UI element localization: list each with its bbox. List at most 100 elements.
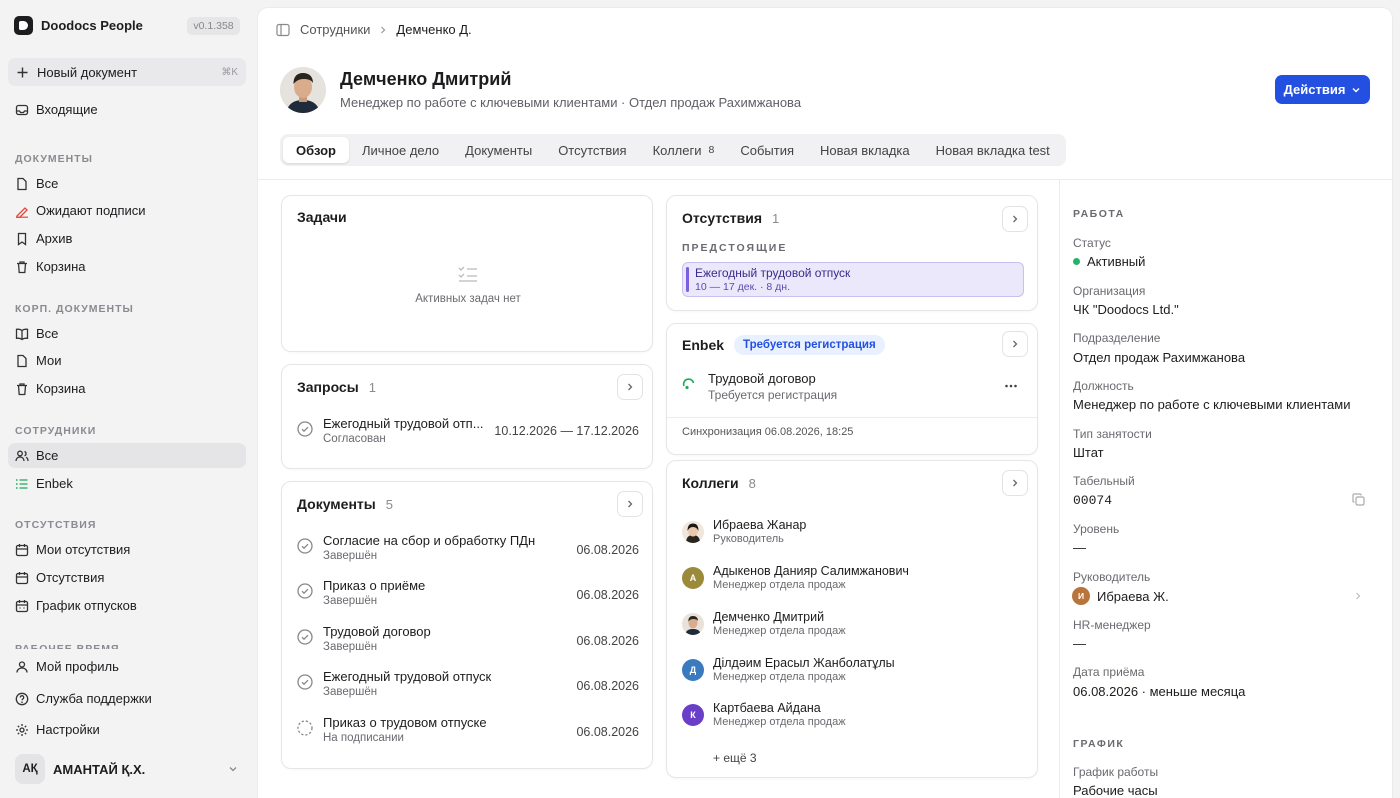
copy-icon[interactable] xyxy=(1352,493,1365,506)
sidebar-item-my-absences[interactable]: Мои отсутствия xyxy=(8,537,246,562)
signature-icon xyxy=(16,206,28,218)
sidebar-item-corp-mine[interactable]: Мои xyxy=(8,348,246,373)
sidebar-item-corp-trash[interactable]: Корзина xyxy=(8,376,246,401)
sidebar-item-support[interactable]: Служба поддержки xyxy=(8,686,246,711)
registration-badge: Требуется регистрация xyxy=(734,335,885,355)
document-row[interactable]: Трудовой договор Завершён 06.08.2026 xyxy=(297,624,639,653)
tab-label: Документы xyxy=(465,142,533,158)
brand[interactable]: Doodocs People xyxy=(14,16,143,35)
document-status: Завершён xyxy=(323,595,378,607)
colleague-row[interactable]: Д Ділдәим Ерасыл Жанболатұлы Менеджер отд… xyxy=(682,656,895,683)
employee-name: Демченко Дмитрий xyxy=(340,69,512,89)
status-value: Активный xyxy=(1073,254,1145,269)
sidebar-item-archive[interactable]: Архив xyxy=(8,226,246,251)
tab-personal-file[interactable]: Личное дело xyxy=(349,137,452,163)
sidebar-item-employees-all[interactable]: Все xyxy=(8,443,246,468)
document-row[interactable]: Приказ о приёме Завершён 06.08.2026 xyxy=(297,578,639,607)
absence-title: Ежегодный трудовой отпуск xyxy=(695,266,851,280)
documents-open-button[interactable] xyxy=(617,491,643,517)
hire-date-value: 06.08.2026 · меньше месяца xyxy=(1073,684,1246,699)
checklist-icon xyxy=(458,266,477,282)
tab-absences[interactable]: Отсутствия xyxy=(545,137,639,163)
sync-icon xyxy=(682,378,695,390)
tab-label: События xyxy=(740,142,795,158)
breadcrumb-parent[interactable]: Сотрудники xyxy=(300,22,370,37)
status-label: Статус xyxy=(1073,236,1111,250)
enbek-item-title: Трудовой договор xyxy=(708,371,816,386)
absences-open-button[interactable] xyxy=(1002,206,1028,232)
actions-label: Действия xyxy=(1283,82,1346,97)
colleague-name: Адыкенов Данияр Салимжанович xyxy=(713,564,909,578)
section-absences-title: ОТСУТСТВИЯ xyxy=(15,519,97,531)
enbek-sync-status: Синхронизация 06.08.2026, 18:25 xyxy=(682,426,854,438)
schedule-value: Рабочие часы xyxy=(1073,783,1158,798)
new-document-button[interactable]: Новый документ ⌘K xyxy=(8,58,246,86)
colleague-row[interactable]: Ибраева Жанар Руководитель xyxy=(682,518,806,545)
sidebar-item-label: Мой профиль xyxy=(36,659,119,674)
colleague-row[interactable]: К Картбаева Айдана Менеджер отдела продаж xyxy=(682,701,846,728)
colleague-row[interactable]: Демченко Дмитрий Менеджер отдела продаж xyxy=(682,610,846,637)
sidebar-item-corp-all[interactable]: Все xyxy=(8,321,246,346)
tab-label: Новая вкладка test xyxy=(935,142,1050,158)
sidebar-item-label: Настройки xyxy=(36,722,100,737)
document-row[interactable]: Согласие на сбор и обработку ПДн Завершён… xyxy=(297,533,639,562)
organization-label: Организация xyxy=(1073,284,1146,298)
sidebar-item-trash[interactable]: Корзина xyxy=(8,254,246,279)
sidebar-item-vacation-schedule[interactable]: График отпусков xyxy=(8,593,246,618)
sidebar-item-enbek[interactable]: Enbek xyxy=(8,471,246,496)
tab-count: 8 xyxy=(708,144,715,156)
more-icon[interactable] xyxy=(1004,379,1018,393)
sidebar-item-my-profile[interactable]: Мой профиль xyxy=(8,654,246,679)
schedule-label: График работы xyxy=(1073,765,1159,779)
request-status: Согласован xyxy=(323,433,386,445)
chevron-right-icon xyxy=(1356,592,1361,600)
colleague-row[interactable]: А Адыкенов Данияр Салимжанович Менеджер о… xyxy=(682,564,909,591)
sidebar-item-docs-all[interactable]: Все xyxy=(8,171,246,196)
sidebar-toggle-icon[interactable] xyxy=(276,23,290,37)
calendar-grid-icon xyxy=(15,599,29,612)
sidebar-item-label: Корзина xyxy=(36,381,86,396)
breadcrumb-current: Демченко Д. xyxy=(396,22,472,37)
user-menu[interactable]: AҚ АМАНТАЙ Қ.Х. xyxy=(8,752,246,786)
sidebar-item-inbox[interactable]: Входящие xyxy=(8,97,246,122)
sidebar-item-label: Корзина xyxy=(36,259,86,274)
sidebar-item-awaiting-signature[interactable]: Ожидают подписи xyxy=(8,198,246,223)
tasks-card: Задачи Активных задач нет xyxy=(281,195,653,352)
hire-date-label: Дата приёма xyxy=(1073,665,1145,679)
tab-overview[interactable]: Обзор xyxy=(283,137,349,163)
divider xyxy=(1059,180,1060,798)
document-row[interactable]: Приказ о трудовом отпуске На подписании 0… xyxy=(297,715,639,744)
employee-avatar xyxy=(280,67,326,113)
sidebar-item-label: Все xyxy=(36,176,59,191)
status-dot xyxy=(1073,258,1080,265)
document-title: Ежегодный трудовой отпуск xyxy=(323,669,492,684)
pending-circle-icon xyxy=(297,720,313,736)
colleague-avatar: А xyxy=(682,566,704,589)
level-label: Уровень xyxy=(1073,522,1120,536)
tab-colleagues[interactable]: Коллеги 8 xyxy=(640,137,728,163)
sidebar: Doodocs People v0.1.358 Новый документ ⌘… xyxy=(0,0,258,798)
requests-open-button[interactable] xyxy=(617,374,643,400)
request-row[interactable]: Ежегодный трудовой отп... Согласован 10.1… xyxy=(297,416,639,445)
tab-documents[interactable]: Документы xyxy=(452,137,545,163)
manager-value[interactable]: И Ибраева Ж. xyxy=(1072,587,1363,605)
actions-button[interactable]: Действия xyxy=(1275,75,1370,104)
colleagues-more-link[interactable]: + ещё 3 xyxy=(713,751,757,765)
enbek-title: Enbek Требуется регистрация xyxy=(682,335,885,355)
tab-events[interactable]: События xyxy=(727,137,807,163)
section-documents-title: ДОКУМЕНТЫ xyxy=(15,153,93,165)
upcoming-absence[interactable]: Ежегодный трудовой отпуск 10 — 17 дек. ·… xyxy=(682,262,1024,297)
sidebar-item-absences[interactable]: Отсутствия xyxy=(8,565,246,590)
main-panel: Сотрудники Демченко Д. Демченко Дмитрий … xyxy=(258,8,1392,798)
tab-new-1[interactable]: Новая вкладка xyxy=(807,137,923,163)
tab-new-test[interactable]: Новая вкладка test xyxy=(923,137,1063,163)
level-value: — xyxy=(1073,540,1086,555)
check-circle-icon xyxy=(297,421,313,437)
tab-label: Новая вкладка xyxy=(820,142,910,158)
colleagues-open-button[interactable] xyxy=(1002,470,1028,496)
enbek-open-button[interactable] xyxy=(1002,331,1028,357)
sidebar-item-label: Enbek xyxy=(36,476,73,491)
organization-value: ЧК "Doodocs Ltd." xyxy=(1073,302,1179,317)
document-row[interactable]: Ежегодный трудовой отпуск Завершён 06.08.… xyxy=(297,669,639,698)
sidebar-item-settings[interactable]: Настройки xyxy=(8,717,246,742)
